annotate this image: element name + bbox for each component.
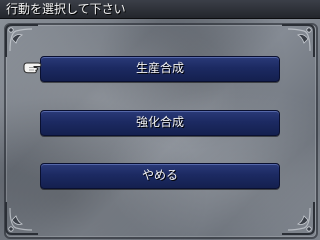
production-synthesis-label: 生産合成 <box>135 61 184 75</box>
corner-ornament-icon <box>2 21 42 61</box>
prompt-title: 行動を選択して下さい <box>6 2 126 16</box>
production-synthesis-button[interactable]: 生産合成 <box>40 56 280 82</box>
synthesis-menu-screen: 行動を選択して下さい 生産合成 強化合成 やめる <box>0 0 320 240</box>
quit-button[interactable]: やめる <box>40 163 280 189</box>
pointing-hand-icon <box>22 59 44 75</box>
quit-label: やめる <box>141 168 178 182</box>
corner-ornament-icon <box>278 21 318 61</box>
corner-ornament-icon <box>2 198 42 238</box>
corner-ornament-icon <box>278 198 318 238</box>
title-bar: 行動を選択して下さい <box>0 0 320 19</box>
enhancement-synthesis-button[interactable]: 強化合成 <box>40 110 280 136</box>
enhancement-synthesis-label: 強化合成 <box>135 115 184 129</box>
